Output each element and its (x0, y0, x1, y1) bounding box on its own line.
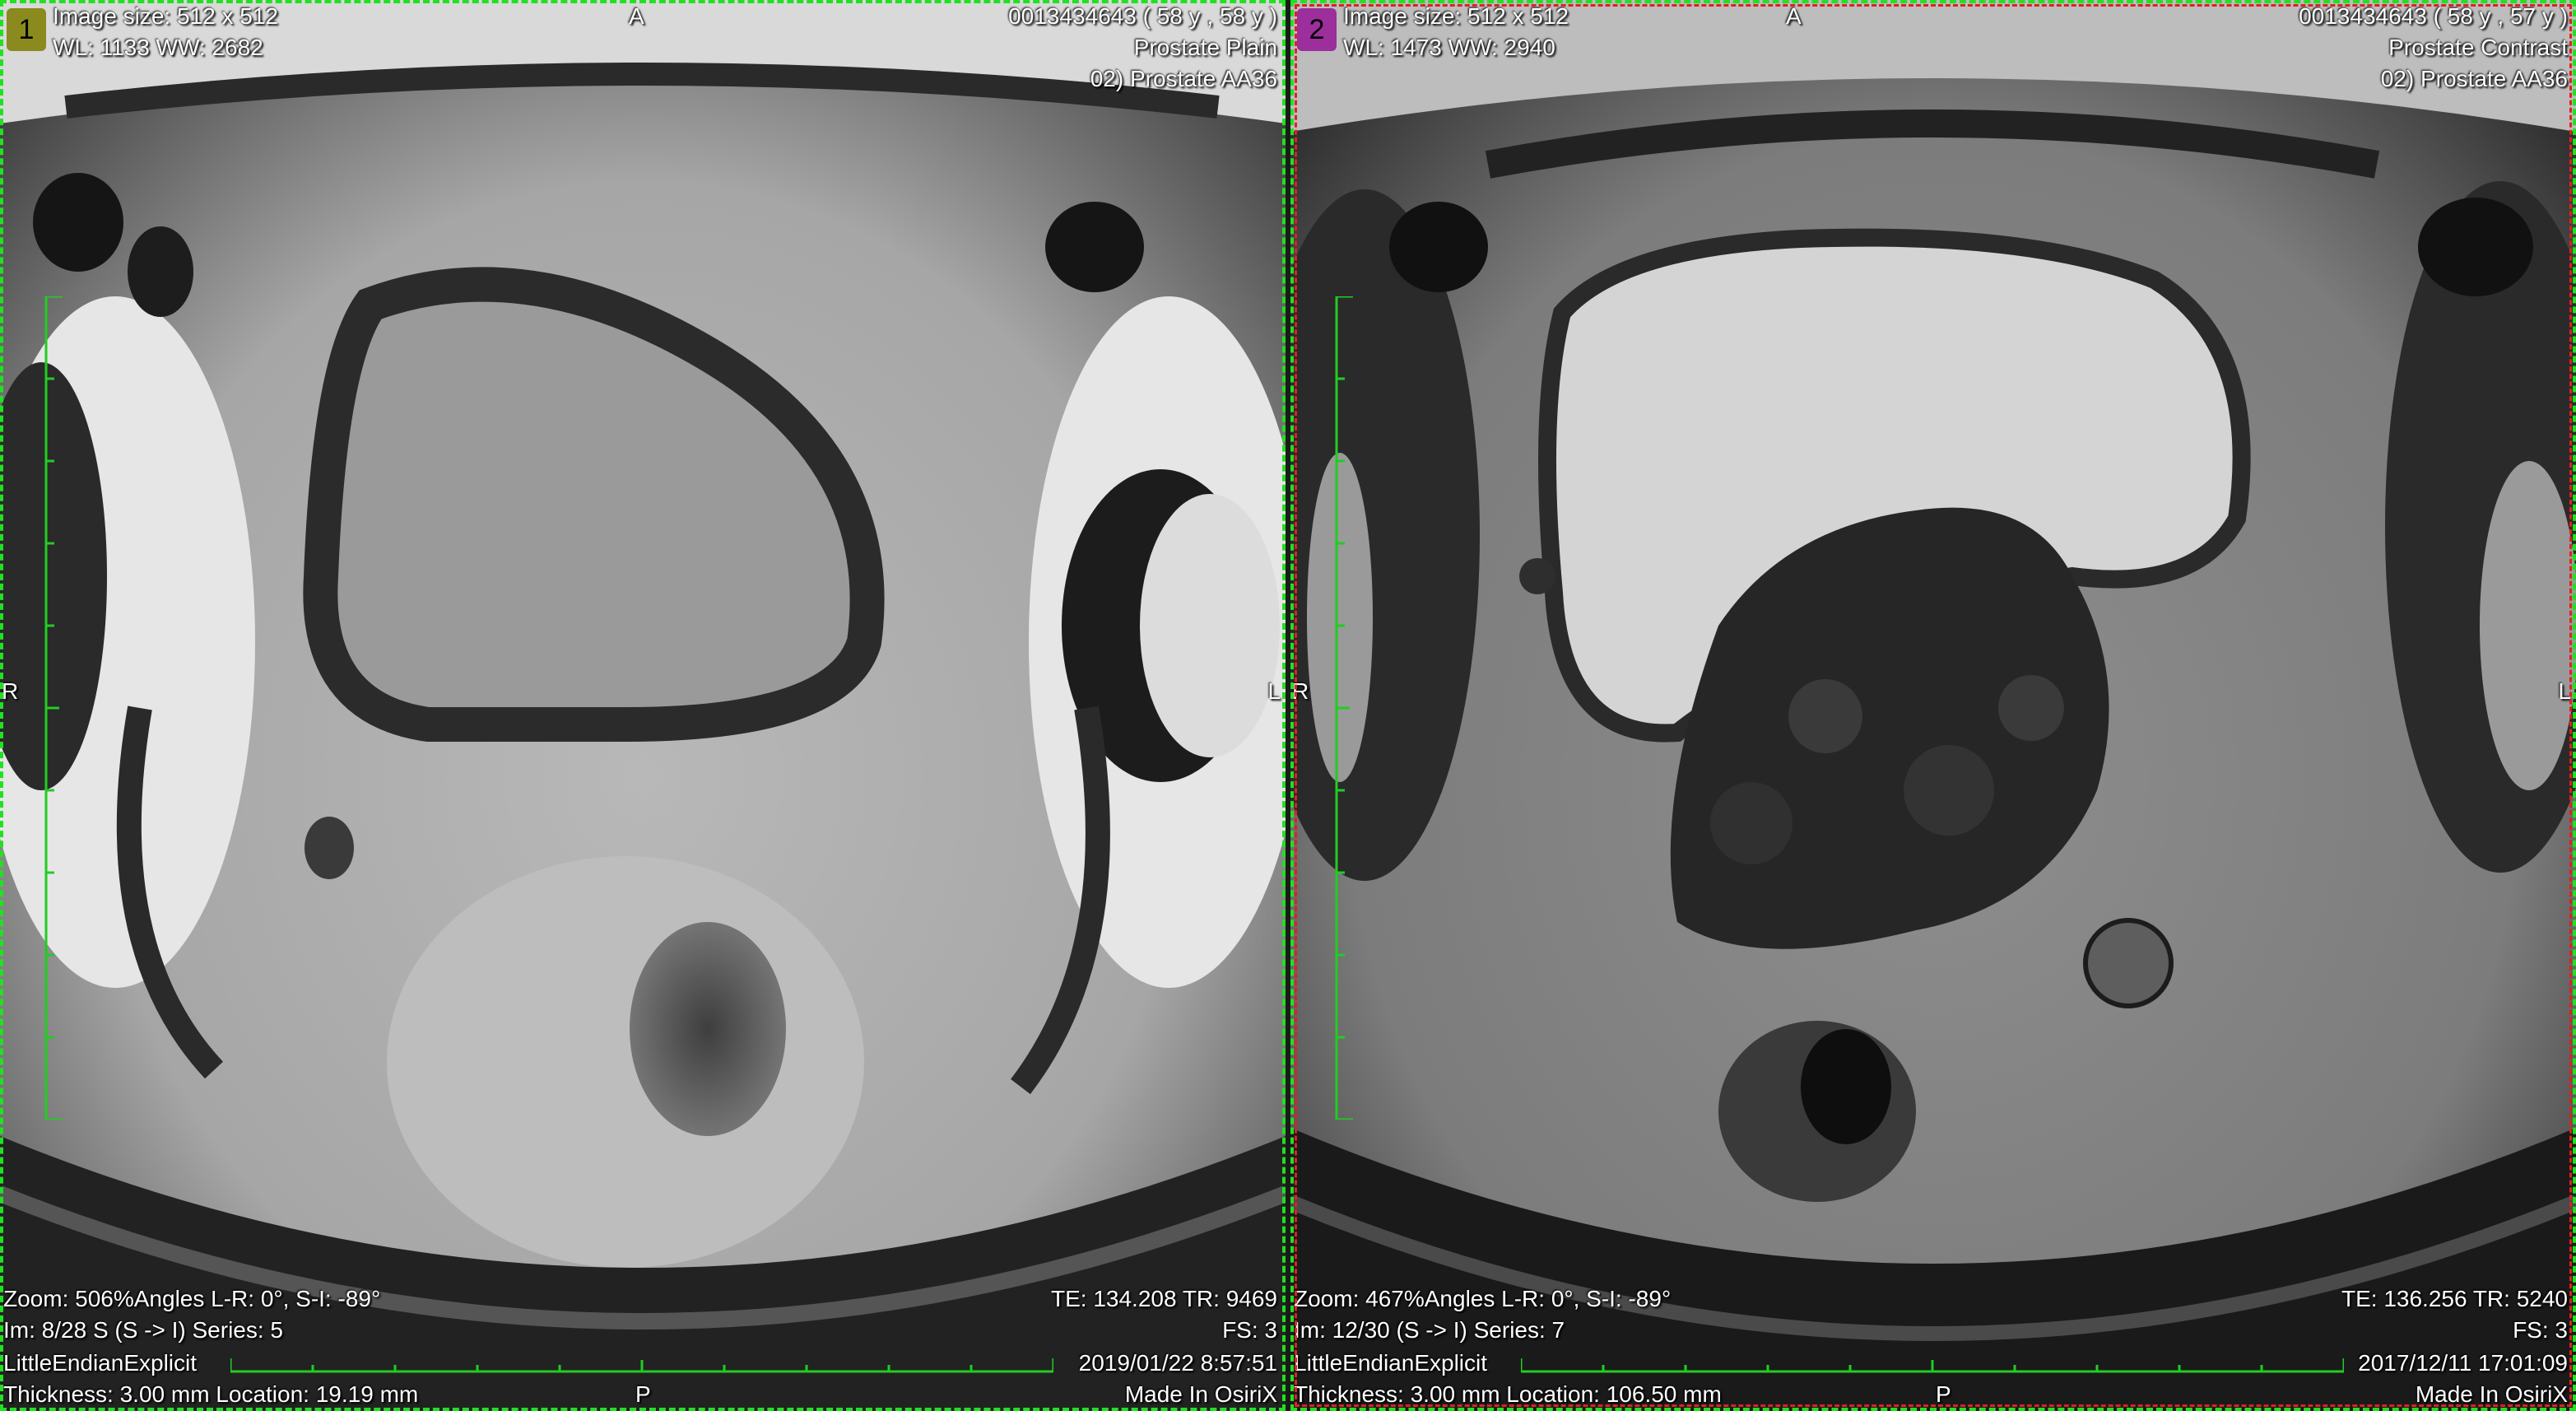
image-size-label: Image size: 512 x 512 (53, 3, 278, 29)
horizontal-scale-ruler (230, 1358, 1053, 1373)
horizontal-scale-ruler (1521, 1358, 2344, 1373)
image-size-label: Image size: 512 x 512 (1343, 3, 1569, 29)
viewer-pane-2[interactable]: 2 Image size: 512 x 512 WL: 1473 WW: 294… (1290, 0, 2576, 1411)
made-in-label: Made In OsiriX (2415, 1381, 2568, 1407)
zoom-angles-label: Zoom: 467%Angles L-R: 0°, S-I: -89° (1294, 1286, 1672, 1311)
orientation-top-label: A (629, 3, 644, 29)
vertical-scale-ruler (1335, 296, 1353, 1120)
series-description-label: 02) Prostate AA36 (2380, 66, 2568, 91)
thickness-location-label: Thickness: 3.00 mm Location: 106.50 mm (1294, 1381, 1722, 1407)
orientation-bottom-label: P (635, 1381, 651, 1407)
acquisition-date-label: 2019/01/22 8:57:51 (1078, 1350, 1277, 1376)
acquisition-date-label: 2017/12/11 17:01:09 (2358, 1350, 2568, 1376)
study-name-label: Prostate Contrast (2388, 35, 2568, 60)
orientation-left-label: R (2, 678, 19, 704)
transfer-syntax-label: LittleEndianExplicit (3, 1350, 198, 1376)
thickness-location-label: Thickness: 3.00 mm Location: 19.19 mm (3, 1381, 419, 1407)
fs-label: FS: 3 (2513, 1317, 2568, 1343)
patient-id-label: 0013434643 ( 58 y , 58 y ) (1008, 3, 1277, 29)
zoom-angles-label: Zoom: 506%Angles L-R: 0°, S-I: -89° (3, 1286, 381, 1311)
viewport-number-badge: 2 (1297, 8, 1337, 51)
vertical-scale-ruler (44, 296, 63, 1120)
mri-image-1[interactable] (0, 0, 1286, 1411)
viewport-number-badge: 1 (7, 8, 46, 51)
orientation-top-label: A (1786, 3, 1802, 29)
series-description-label: 02) Prostate AA36 (1090, 66, 1277, 91)
orientation-left-label: R (1292, 678, 1309, 704)
mri-image-2[interactable] (1290, 0, 2576, 1411)
te-tr-label: TE: 136.256 TR: 5240 (2341, 1286, 2568, 1311)
image-index-label: Im: 12/30 (S -> I) Series: 7 (1294, 1317, 1565, 1343)
orientation-bottom-label: P (1936, 1381, 1951, 1407)
image-index-label: Im: 8/28 S (S -> I) Series: 5 (3, 1317, 284, 1343)
transfer-syntax-label: LittleEndianExplicit (1294, 1350, 1488, 1376)
made-in-label: Made In OsiriX (1124, 1381, 1277, 1407)
study-name-label: Prostate Plain (1133, 35, 1277, 60)
orientation-right-label: L (2558, 678, 2571, 704)
viewer-pane-1[interactable]: 1 Image size: 512 x 512 WL: 1133 WW: 268… (0, 0, 1286, 1411)
patient-id-label: 0013434643 ( 58 y , 57 y ) (2299, 3, 2568, 29)
orientation-right-label: L (1267, 678, 1281, 704)
window-level-label: WL: 1133 WW: 2682 (53, 35, 263, 60)
fs-label: FS: 3 (1222, 1317, 1277, 1343)
te-tr-label: TE: 134.208 TR: 9469 (1051, 1286, 1277, 1311)
window-level-label: WL: 1473 WW: 2940 (1343, 35, 1555, 60)
